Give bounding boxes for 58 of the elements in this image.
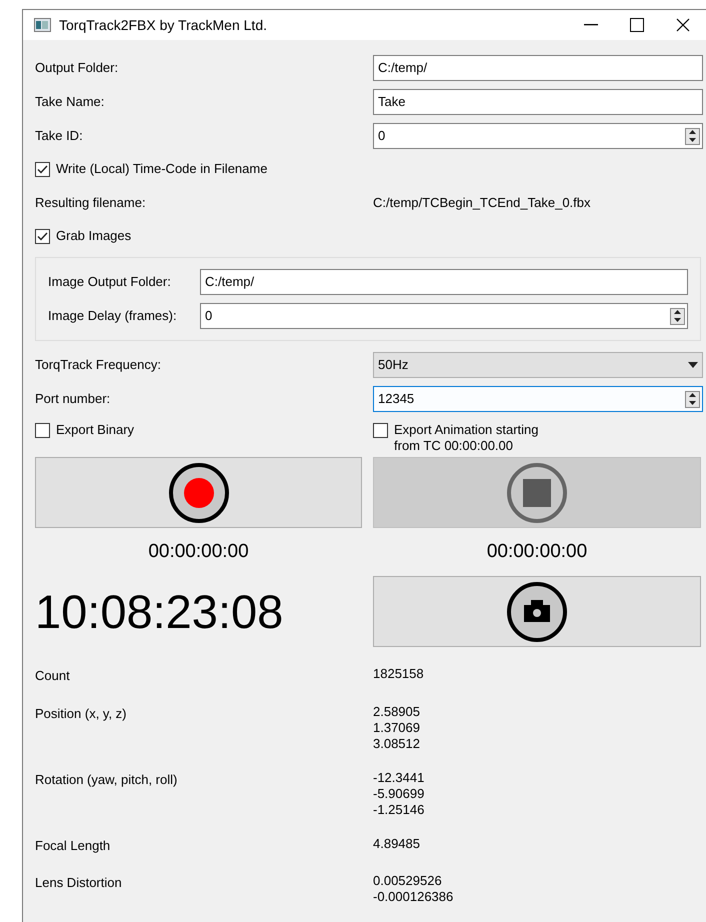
frequency-dropdown[interactable]: 50Hz [373, 352, 703, 378]
stop-icon [506, 462, 568, 524]
checkmark-icon [37, 232, 48, 241]
close-icon [676, 18, 690, 32]
checkbox[interactable] [35, 229, 50, 244]
spin-arrows-icon[interactable] [670, 308, 685, 324]
maximize-icon [630, 18, 644, 32]
text-field[interactable]: Take [373, 89, 703, 115]
spin-box[interactable]: 0 [373, 123, 703, 149]
readout-value: -1.25146 [373, 802, 426, 818]
dropdown-arrow-icon [688, 362, 698, 368]
field-label: Port number: [35, 390, 112, 408]
checkbox-label: Grab Images [56, 228, 132, 244]
window-title: TorqTrack2FBX by TrackMen Ltd. [59, 16, 267, 35]
spin-arrows-icon[interactable] [685, 390, 700, 408]
snapshot-button[interactable] [373, 576, 701, 647]
checkbox-label: Export Animation starting from TC 00:00:00.00 [394, 422, 539, 454]
text-field[interactable]: C:/temp/ [373, 55, 703, 81]
readout-value: 1.37069 [373, 720, 421, 736]
field-label: Resulting filename: [35, 194, 147, 212]
resulting-filename: C:/temp/TCBegin_TCEnd_Take_0.fbx [373, 194, 592, 212]
readout-value: 2.58905 [373, 704, 421, 720]
record-icon [168, 462, 230, 524]
readout-label: Focal Length [35, 836, 112, 855]
checkbox-label: Write (Local) Time-Code in Filename [56, 161, 268, 177]
snapshot-icon [506, 580, 568, 642]
field-label: Image Output Folder: [48, 273, 172, 292]
readout-value: 0.00529526 [373, 873, 443, 889]
current-timecode: 10:08:23:08 [35, 588, 284, 635]
readout-label: Position (x, y, z) [35, 704, 128, 723]
readout-value: -0.000126386 [373, 889, 454, 905]
field-label: TorqTrack Frequency: [35, 356, 162, 374]
readout-label: Count [35, 667, 71, 685]
spin-box[interactable]: 12345 [373, 386, 703, 412]
readout-label: Rotation (yaw, pitch, roll) [35, 770, 178, 789]
field-label: Image Delay (frames): [48, 307, 178, 326]
spin-arrows-icon[interactable] [685, 128, 700, 144]
checkbox-label: Export Binary [56, 422, 134, 438]
spin-box[interactable]: 0 [200, 303, 688, 329]
field-label: Take Name: [35, 93, 106, 112]
readout-value: -12.3441 [373, 770, 426, 786]
minimize-icon [584, 24, 598, 26]
app-icon [34, 18, 51, 32]
checkmark-icon [37, 165, 48, 174]
record-button[interactable] [35, 457, 362, 528]
stop-timecode: 00:00:00:00 [486, 540, 588, 564]
readout-label: Lens Distortion [35, 874, 123, 892]
readout-value: 1825158 [373, 666, 425, 682]
text-field[interactable]: C:/temp/ [200, 269, 688, 295]
field-label: Output Folder: [35, 59, 120, 78]
readout-value: 3.08512 [373, 736, 421, 752]
checkbox[interactable] [373, 423, 388, 438]
readout-value: 4.89485 [373, 836, 421, 852]
field-label: Take ID: [35, 127, 84, 146]
checkbox[interactable] [35, 423, 50, 438]
record-timecode: 00:00:00:00 [148, 540, 249, 564]
readout-value: -5.90699 [373, 786, 426, 802]
checkbox[interactable] [35, 162, 50, 177]
